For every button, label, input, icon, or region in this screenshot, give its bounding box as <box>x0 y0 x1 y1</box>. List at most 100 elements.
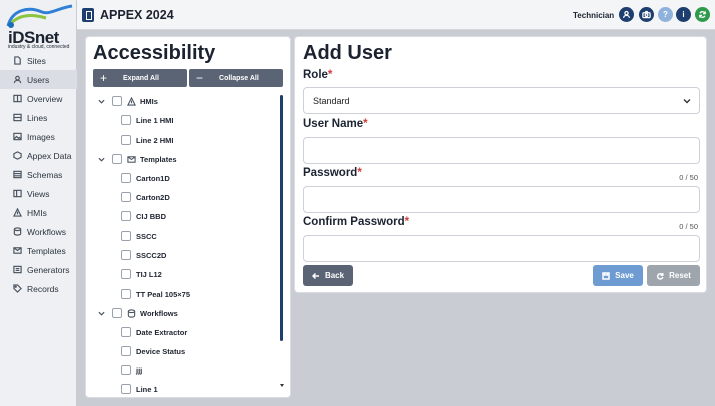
tree-item[interactable]: TIJ L12 <box>121 267 162 281</box>
checkbox[interactable] <box>121 173 131 183</box>
info-button[interactable]: i <box>676 7 691 22</box>
checkbox[interactable] <box>121 250 131 260</box>
tree-item[interactable]: SSCC <box>121 229 157 243</box>
sidebar-item-label: Schemas <box>27 169 63 180</box>
chevron-down-icon[interactable] <box>97 97 105 105</box>
file-icon <box>13 56 22 65</box>
tree-item[interactable]: Carton1D <box>121 171 170 185</box>
tree-item[interactable]: Device Status <box>121 344 185 358</box>
tree-item[interactable]: CIJ BBD <box>121 209 166 223</box>
tree-item-label: TT Peal 105×75 <box>136 289 190 299</box>
sidebar-item-lines[interactable]: Lines <box>0 108 77 127</box>
tree-group-templates[interactable]: Templates <box>97 152 177 166</box>
sidebar-item-label: Images <box>27 131 55 142</box>
sidebar-item-schemas[interactable]: Schemas <box>0 165 77 184</box>
accessibility-title: Accessibility <box>93 42 216 64</box>
tree-item-label: TIJ L12 <box>136 269 162 279</box>
info-icon: i <box>682 10 685 19</box>
username-field[interactable] <box>303 137 700 164</box>
sidebar-item-generators[interactable]: Generators <box>0 260 77 279</box>
collapse-all-label: Collapse All <box>219 74 259 82</box>
tree-group-hmis[interactable]: HMIs <box>97 94 158 108</box>
checkbox[interactable] <box>121 384 131 394</box>
tree-item[interactable]: jjj <box>121 363 142 377</box>
lines-icon <box>13 113 22 122</box>
checkbox[interactable] <box>121 269 131 279</box>
sidebar-nav: Sites Users Overview Lines Images Appex … <box>0 51 77 298</box>
tree-item-label: Line 1 HMI <box>136 115 174 125</box>
back-button[interactable]: Back <box>303 265 353 286</box>
logo-tagline: industry & cloud, connected <box>8 44 70 50</box>
hmi-icon <box>127 96 136 106</box>
role-value: Standard <box>313 95 350 106</box>
tree-group-label: Templates <box>140 154 177 164</box>
help-button[interactable]: ? <box>658 7 673 22</box>
sidebar-item-templates[interactable]: Templates <box>0 241 77 260</box>
sidebar-item-views[interactable]: Views <box>0 184 77 203</box>
tree-group-workflows[interactable]: Workflows <box>97 306 178 320</box>
checkbox[interactable] <box>121 365 131 375</box>
camera-button[interactable] <box>639 7 654 22</box>
checkbox[interactable] <box>121 192 131 202</box>
user-profile-button[interactable] <box>619 7 634 22</box>
checkbox[interactable] <box>121 327 131 337</box>
add-user-panel: Add User Role* Standard User Name* Passw… <box>294 36 707 293</box>
sidebar-item-workflows[interactable]: Workflows <box>0 222 77 241</box>
tag-icon <box>13 284 22 293</box>
collapse-all-button[interactable]: − Collapse All <box>189 69 283 87</box>
sidebar-item-hmis[interactable]: HMIs <box>0 203 77 222</box>
sidebar-item-label: Views <box>27 188 50 199</box>
chevron-down-icon[interactable] <box>97 155 105 163</box>
sidebar-item-users[interactable]: Users <box>0 70 77 89</box>
sidebar-item-label: HMIs <box>27 207 47 218</box>
scroll-down-arrow[interactable] <box>280 384 284 387</box>
expand-all-button[interactable]: + Expand All <box>93 69 187 87</box>
tree-item[interactable]: Line 2 HMI <box>121 133 174 147</box>
sidebar-item-overview[interactable]: Overview <box>0 89 77 108</box>
refresh-icon <box>657 272 664 280</box>
tree-item-label: CIJ BBD <box>136 211 167 221</box>
tree-item[interactable]: Date Extractor <box>121 325 187 339</box>
sidebar-item-appex-data[interactable]: Appex Data <box>0 146 77 165</box>
sidebar-item-label: Lines <box>27 112 48 123</box>
tree-group-label: HMIs <box>140 96 158 106</box>
chevron-down-icon[interactable] <box>97 309 105 317</box>
checkbox[interactable] <box>121 115 131 125</box>
checkbox[interactable] <box>121 135 131 145</box>
tree-item[interactable]: Carton2D <box>121 190 170 204</box>
schema-icon <box>13 170 22 179</box>
save-button[interactable]: Save <box>593 265 643 286</box>
tree-item[interactable]: SSCC2D <box>121 248 166 262</box>
tree-item[interactable]: Line 1 HMI <box>121 113 174 127</box>
sidebar-item-label: Records <box>27 283 59 294</box>
checkbox[interactable] <box>112 96 122 106</box>
checkbox[interactable] <box>121 231 131 241</box>
views-icon <box>13 189 22 198</box>
sidebar-item-records[interactable]: Records <box>0 279 77 298</box>
checkbox[interactable] <box>121 211 131 221</box>
role-select[interactable]: Standard <box>303 87 700 114</box>
checkbox[interactable] <box>112 154 122 164</box>
accessibility-panel: Accessibility + Expand All − Collapse Al… <box>85 36 291 398</box>
sidebar-item-label: Templates <box>27 245 66 256</box>
chevron-down-icon <box>683 97 691 105</box>
checkbox[interactable] <box>121 289 131 299</box>
topbar: APPEX 2024 Technician ? i <box>77 0 715 30</box>
tree-item[interactable]: Line 1 <box>121 382 158 396</box>
confirm-password-field[interactable] <box>303 235 700 262</box>
checkbox[interactable] <box>112 308 122 318</box>
data-icon <box>13 151 22 160</box>
sidebar-item-sites[interactable]: Sites <box>0 51 77 70</box>
reset-button[interactable]: Reset <box>647 265 700 286</box>
checkbox[interactable] <box>121 346 131 356</box>
tree-item[interactable]: TT Peal 105×75 <box>121 287 190 301</box>
password-field[interactable] <box>303 186 700 213</box>
password-counter: 0 / 50 <box>679 173 698 182</box>
tree-group-label: Workflows <box>140 308 178 318</box>
tree-scrollbar[interactable] <box>280 95 283 341</box>
sidebar-item-images[interactable]: Images <box>0 127 77 146</box>
confirm-password-counter: 0 / 50 <box>679 222 698 231</box>
refresh-button[interactable] <box>695 7 710 22</box>
tree-item-label: jjj <box>136 365 143 375</box>
sidebar-item-label: Workflows <box>27 226 67 237</box>
